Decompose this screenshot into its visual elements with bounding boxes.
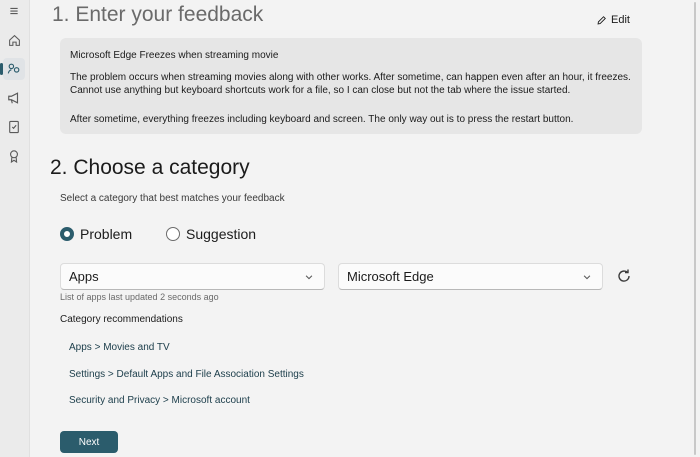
recommendation-link[interactable]: Settings > Default Apps and File Associa… [69,369,304,380]
edit-label: Edit [611,14,630,26]
achievements-icon[interactable] [3,145,25,167]
enter-feedback-heading: 1. Enter your feedback [52,3,264,26]
refresh-icon [618,269,630,282]
apps-updated-note: List of apps last updated 2 seconds ago [60,292,219,302]
category-recommendations-heading: Category recommendations [60,314,183,325]
feedback-details-paragraph-1: The problem occurs when streaming movies… [70,72,631,96]
radio-suggestion[interactable]: Suggestion [166,226,256,242]
next-button[interactable]: Next [60,431,118,453]
chevron-down-icon [305,274,313,279]
recommendation-link[interactable]: Apps > Movies and TV [69,342,170,353]
choose-category-heading: 2. Choose a category [50,156,250,179]
category-dropdown-value: Apps [69,269,99,284]
feedback-details-paragraph-2: After sometime, everything freezes inclu… [70,114,574,125]
radio-selected-indicator [60,227,74,241]
feedback-summary: Microsoft Edge Freezes when streaming mo… [70,50,279,61]
radio-problem-label: Problem [80,226,133,242]
refresh-button[interactable] [614,266,634,286]
radio-problem[interactable]: Problem [60,226,132,242]
chevron-down-icon [583,274,591,279]
pencil-icon [597,15,606,24]
category-hint: Select a category that best matches your… [60,193,285,204]
navigation-rail: ≡ [0,0,30,457]
hamburger-menu-icon[interactable]: ≡ [3,0,25,22]
quests-icon[interactable] [3,116,25,138]
subcategory-dropdown-value: Microsoft Edge [347,269,434,284]
recommendation-link[interactable]: Security and Privacy > Microsoft account [69,395,250,406]
feedback-icon[interactable] [0,58,25,80]
edit-button[interactable]: Edit [596,14,630,26]
radio-suggestion-label: Suggestion [186,226,257,242]
radio-unselected-indicator [166,227,180,241]
feedback-summary-card: Microsoft Edge Freezes when streaming mo… [60,38,642,134]
home-icon[interactable] [3,29,25,51]
announcements-icon[interactable] [3,87,25,109]
category-dropdown[interactable]: Apps [60,263,325,290]
subcategory-dropdown[interactable]: Microsoft Edge [338,263,603,290]
scrollbar[interactable] [693,0,697,457]
